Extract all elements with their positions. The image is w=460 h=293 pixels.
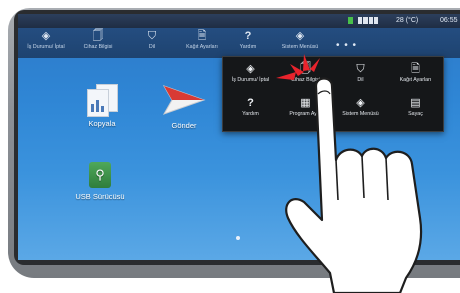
- topbar-device-info[interactable]: 🗍 Cihaz Bilgisi: [70, 30, 126, 50]
- copy-icon: [87, 84, 118, 117]
- temperature-readout: 28 (°C): [396, 17, 419, 24]
- usb-drive-app[interactable]: ⚲ USB Sürücüsü: [68, 162, 132, 201]
- system-menu-icon: ◈: [295, 30, 305, 42]
- topbar-job-status[interactable]: ◈ İş Durumu/ İptal: [18, 30, 74, 50]
- topbar-label: İş Durumu/ İptal: [27, 44, 65, 50]
- copy-app[interactable]: Kopyala: [70, 84, 134, 128]
- toner-level-icon: [358, 17, 378, 24]
- popup-label: Yardım: [242, 111, 259, 117]
- help-icon: ?: [244, 30, 252, 42]
- send-label: Gönder: [171, 121, 197, 130]
- status-bar: 28 (°C) 06:55: [18, 14, 460, 28]
- usb-drive-label: USB Sürücüsü: [75, 192, 125, 201]
- topbar-label: Cihaz Bilgisi: [83, 44, 113, 50]
- more-button[interactable]: • • •: [336, 40, 357, 51]
- topbar-system-menu[interactable]: ◈ Sistem Menüsü: [272, 30, 328, 50]
- pointing-hand-icon: [285, 77, 423, 293]
- device-info-icon: 🗍: [92, 30, 104, 42]
- topbar-help[interactable]: ? Yardım: [220, 30, 276, 50]
- job-status-icon: ◈: [41, 30, 51, 42]
- copy-label: Kopyala: [88, 119, 116, 128]
- topbar-label: Yardım: [239, 44, 257, 50]
- topbar-label: Sistem Menüsü: [281, 44, 319, 50]
- clock: 06:55: [440, 17, 458, 24]
- topbar-label: Kağıt Ayarları: [186, 44, 218, 50]
- usb-drive-icon: ⚲: [89, 162, 111, 188]
- topbar-language[interactable]: ⛉ Dil: [124, 30, 180, 50]
- device-frame: 28 (°C) 06:55 ◈ İş Durumu/ İptal 🗍 Cihaz…: [0, 0, 460, 293]
- popup-label: İş Durumu/ İptal: [231, 77, 270, 83]
- top-menu-bar: ◈ İş Durumu/ İptal 🗍 Cihaz Bilgisi ⛉ Dil…: [18, 28, 460, 58]
- topbar-label: Dil: [148, 44, 156, 50]
- document-status-icon: [348, 17, 353, 24]
- language-icon: ⛉: [147, 30, 157, 42]
- page-indicator: [236, 236, 240, 240]
- send-icon: [162, 85, 206, 115]
- send-app[interactable]: Gönder: [152, 84, 216, 130]
